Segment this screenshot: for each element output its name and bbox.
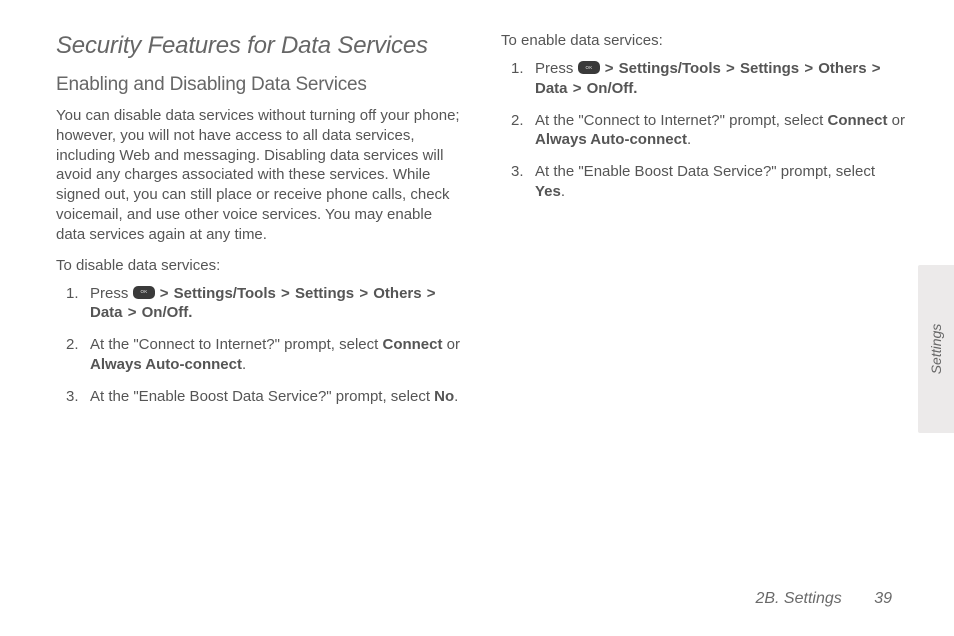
option-auto-connect: Always Auto-connect	[90, 356, 242, 373]
option-no: No	[434, 388, 454, 405]
manual-page: Security Features for Data Services Enab…	[0, 0, 954, 636]
step-number: 3.	[66, 387, 79, 407]
step-text: Press	[535, 60, 578, 77]
step-number: 1.	[511, 59, 524, 79]
nav-item: Others	[818, 60, 866, 77]
two-column-layout: Security Features for Data Services Enab…	[56, 32, 906, 419]
step-3: 3. At the "Enable Boost Data Service?" p…	[535, 162, 906, 202]
right-column: To enable data services: 1. Press > Sett…	[501, 32, 906, 419]
enable-steps: 1. Press > Settings/Tools > Settings > O…	[501, 59, 906, 202]
step-2: 2. At the "Connect to Internet?" prompt,…	[90, 335, 461, 375]
chevron-right-icon: >	[725, 59, 736, 79]
left-column: Security Features for Data Services Enab…	[56, 32, 461, 419]
chevron-right-icon: >	[572, 79, 583, 99]
nav-item: On/Off.	[587, 80, 638, 97]
ok-key-icon	[133, 286, 155, 299]
chevron-right-icon: >	[803, 59, 814, 79]
subsection-heading: Enabling and Disabling Data Services	[56, 74, 461, 96]
punct: .	[454, 388, 458, 405]
step-number: 2.	[511, 111, 524, 131]
step-text: At the "Enable Boost Data Service?" prom…	[90, 388, 434, 405]
punct: .	[242, 356, 246, 373]
page-number: 39	[874, 590, 892, 608]
step-1: 1. Press > Settings/Tools > Settings > O…	[90, 284, 461, 324]
step-text: At the "Connect to Internet?" prompt, se…	[535, 112, 827, 129]
nav-item: On/Off.	[142, 304, 193, 321]
chevron-right-icon: >	[426, 284, 437, 304]
disable-steps: 1. Press > Settings/Tools > Settings > O…	[56, 284, 461, 407]
nav-item: Data	[90, 304, 123, 321]
nav-item: Others	[373, 285, 421, 302]
nav-item: Settings/Tools	[619, 60, 721, 77]
step-text: or	[447, 336, 460, 353]
punct: .	[687, 131, 691, 148]
enable-lead: To enable data services:	[501, 32, 906, 49]
ok-key-icon	[578, 61, 600, 74]
chevron-right-icon: >	[604, 59, 615, 79]
nav-item: Data	[535, 80, 568, 97]
footer-section-label: 2B. Settings	[755, 590, 841, 607]
section-title: Security Features for Data Services	[56, 32, 461, 60]
side-tab-label: Settings	[928, 324, 944, 375]
step-text: or	[892, 112, 905, 129]
nav-item: Settings	[295, 285, 354, 302]
chevron-right-icon: >	[358, 284, 369, 304]
step-number: 2.	[66, 335, 79, 355]
step-text: Press	[90, 285, 133, 302]
intro-paragraph: You can disable data services without tu…	[56, 106, 461, 245]
disable-lead: To disable data services:	[56, 257, 461, 274]
nav-item: Settings	[740, 60, 799, 77]
punct: .	[561, 183, 565, 200]
chevron-right-icon: >	[871, 59, 882, 79]
chevron-right-icon: >	[127, 303, 138, 323]
option-auto-connect: Always Auto-connect	[535, 131, 687, 148]
step-3: 3. At the "Enable Boost Data Service?" p…	[90, 387, 461, 407]
side-tab: Settings	[918, 265, 954, 433]
step-2: 2. At the "Connect to Internet?" prompt,…	[535, 111, 906, 151]
chevron-right-icon: >	[280, 284, 291, 304]
step-number: 3.	[511, 162, 524, 182]
option-connect: Connect	[382, 336, 442, 353]
step-text: At the "Connect to Internet?" prompt, se…	[90, 336, 382, 353]
option-connect: Connect	[827, 112, 887, 129]
page-footer: 2B. Settings 39	[755, 590, 892, 608]
step-text: At the "Enable Boost Data Service?" prom…	[535, 163, 875, 180]
option-yes: Yes	[535, 183, 561, 200]
step-1: 1. Press > Settings/Tools > Settings > O…	[535, 59, 906, 99]
step-number: 1.	[66, 284, 79, 304]
chevron-right-icon: >	[159, 284, 170, 304]
nav-item: Settings/Tools	[174, 285, 276, 302]
